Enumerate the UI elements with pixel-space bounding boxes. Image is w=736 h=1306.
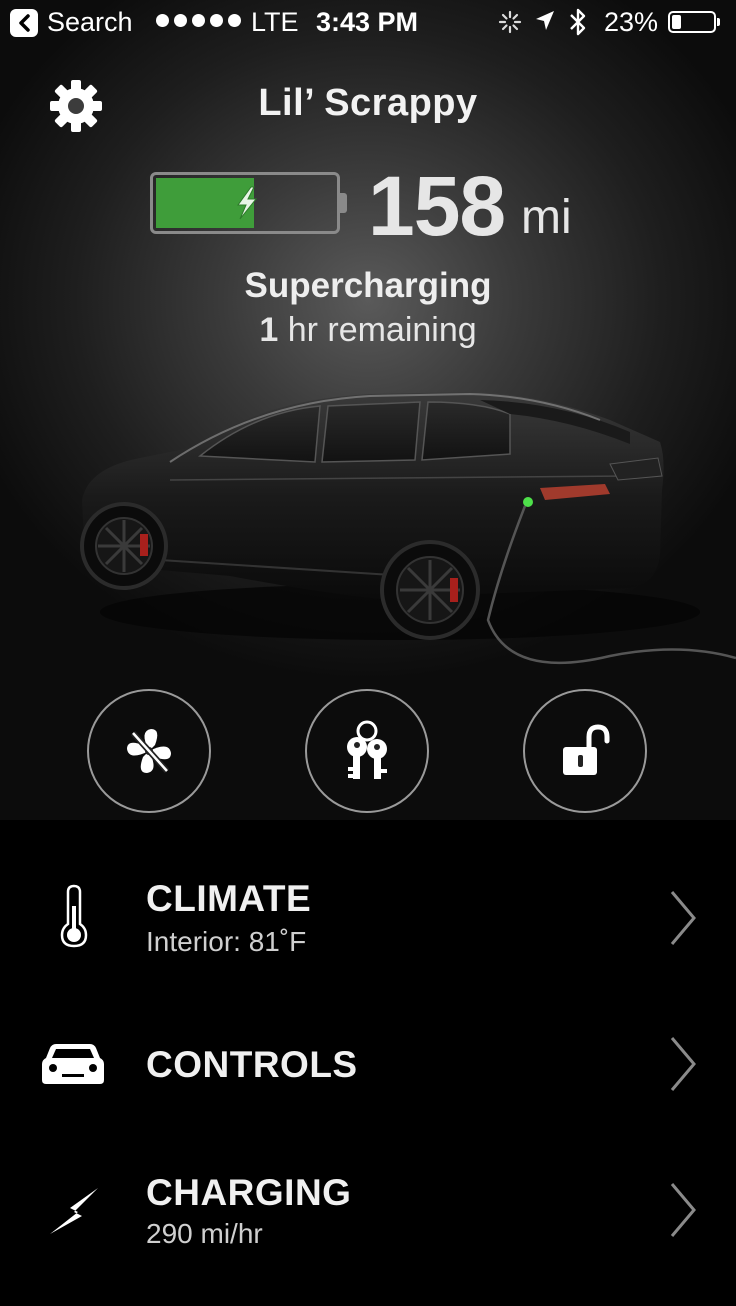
keys-button[interactable] (305, 689, 429, 813)
chevron-right-icon (668, 1180, 698, 1245)
phone-battery-icon (668, 11, 720, 33)
chevron-right-icon (668, 888, 698, 953)
status-bar: Search LTE 3:43 PM 23% (0, 0, 736, 46)
activity-spinner-icon (498, 10, 522, 41)
remaining-value: 1 (259, 311, 279, 349)
unlock-icon (563, 724, 610, 775)
climate-interior-temp: Interior: 81˚F (146, 926, 307, 957)
chevron-right-icon (668, 1034, 698, 1099)
lock-toggle-button[interactable] (523, 689, 647, 813)
menu-row-climate[interactable]: CLIMATE Interior: 81˚F (0, 858, 736, 978)
bluetooth-icon (568, 6, 588, 45)
charging-status: Supercharging (244, 266, 492, 305)
location-arrow-icon (534, 9, 556, 40)
charging-rate: 290 mi/hr (146, 1218, 263, 1249)
range-unit: mi (521, 191, 572, 244)
car-name: Lil’ Scrappy (258, 82, 478, 124)
back-app-label[interactable]: Search (47, 7, 133, 38)
charging-title: CHARGING (146, 1172, 352, 1213)
keys-icon (347, 720, 387, 779)
thermometer-icon (60, 884, 88, 953)
charging-bolt-icon (229, 185, 263, 226)
carrier-label: LTE (251, 7, 299, 37)
car-icon (42, 1040, 104, 1091)
menu-row-controls[interactable]: CONTROLS (0, 1004, 736, 1124)
climate-fan-button[interactable] (87, 689, 211, 813)
battery-percent: 23% (604, 7, 659, 37)
clock: 3:43 PM (316, 7, 419, 37)
climate-title: CLIMATE (146, 878, 312, 919)
fan-off-icon (127, 729, 171, 774)
back-to-app-icon[interactable] (10, 9, 38, 37)
charging-time-remaining: 1 hr remaining (0, 311, 736, 350)
menu-row-charging[interactable]: CHARGING 290 mi/hr (0, 1152, 736, 1272)
car-image (70, 380, 736, 685)
signal-strength-icon (156, 14, 241, 27)
remaining-label: hr remaining (287, 311, 477, 349)
lightning-icon (48, 1186, 100, 1241)
vehicle-battery-gauge (150, 172, 347, 234)
controls-title: CONTROLS (146, 1044, 358, 1085)
range-value: 158 (368, 159, 506, 253)
app-screen: Search LTE 3:43 PM 23% Lil’ Scrappy 158 … (0, 0, 736, 1306)
